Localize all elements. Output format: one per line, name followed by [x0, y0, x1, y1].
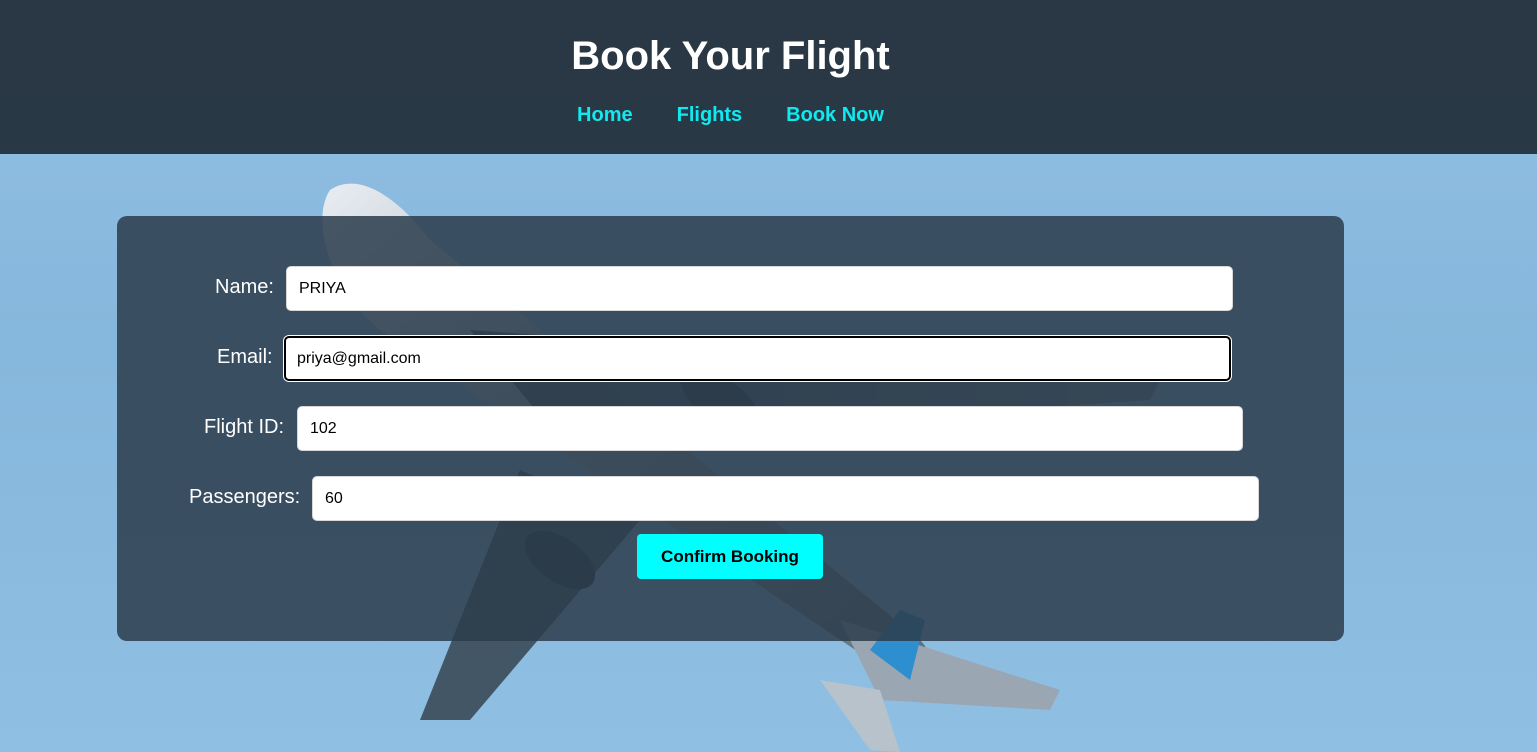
name-row: Name:	[117, 266, 1344, 311]
confirm-booking-button[interactable]: Confirm Booking	[637, 534, 823, 579]
flight-id-row: Flight ID:	[117, 406, 1344, 451]
page-title: Book Your Flight	[571, 34, 890, 78]
flight-id-label: Flight ID:	[204, 416, 285, 438]
name-label: Name:	[215, 276, 274, 298]
site-header: Book Your Flight Home Flights Book Now	[0, 0, 1537, 154]
passengers-row: Passengers:	[117, 476, 1344, 521]
nav-link-flights[interactable]: Flights	[677, 104, 743, 127]
nav-link-home[interactable]: Home	[577, 104, 633, 127]
passengers-field[interactable]	[312, 476, 1259, 521]
booking-form-card: Name: Email: Flight ID: Passengers: Conf…	[117, 216, 1344, 641]
email-field[interactable]	[284, 336, 1231, 381]
main-nav: Home Flights Book Now	[0, 104, 1499, 127]
email-label: Email:	[217, 346, 273, 368]
nav-link-book-now[interactable]: Book Now	[786, 104, 884, 127]
passengers-label: Passengers:	[189, 486, 301, 508]
name-field[interactable]	[286, 266, 1233, 311]
flight-id-field[interactable]	[297, 406, 1243, 451]
email-row: Email:	[117, 336, 1344, 381]
